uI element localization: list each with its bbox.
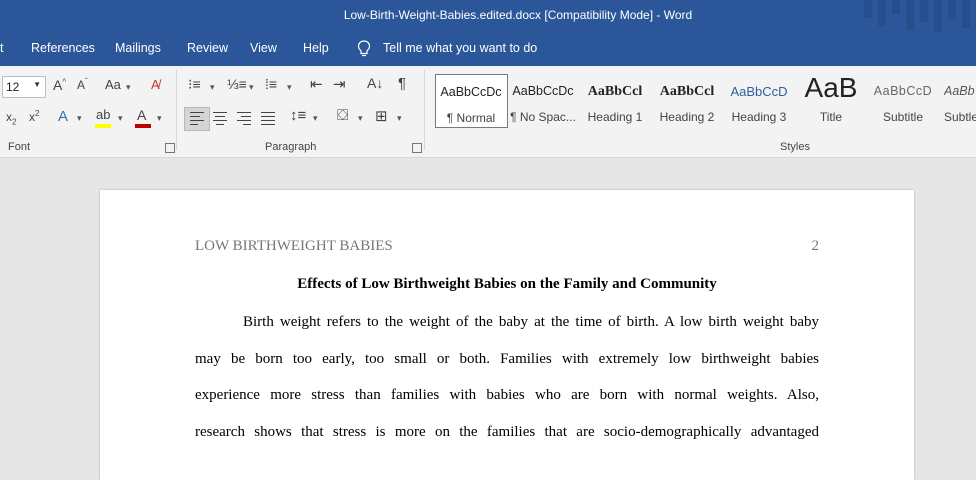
- menu-tab-help[interactable]: Help: [303, 41, 329, 55]
- menu-tab-mailings[interactable]: Mailings: [115, 41, 161, 55]
- subscript-icon[interactable]: x2: [6, 110, 16, 126]
- chevron-down-icon: ▼: [33, 80, 41, 89]
- font-dialog-launcher-icon[interactable]: [165, 143, 175, 153]
- group-separator: [176, 70, 177, 150]
- change-case-icon[interactable]: Aa: [105, 77, 121, 92]
- increase-indent-icon[interactable]: ⇥: [333, 75, 346, 93]
- style-preview: AaBbCcDc: [512, 84, 574, 98]
- highlight-icon[interactable]: ab: [96, 107, 110, 122]
- menu-tab-partial[interactable]: t: [0, 41, 3, 55]
- style-normal[interactable]: AaBbCcDc ¶ Normal: [435, 74, 508, 128]
- title-bar-decoration: [856, 0, 976, 32]
- chevron-down-icon[interactable]: ▾: [358, 113, 363, 124]
- font-size-value: 12: [6, 80, 20, 94]
- style-label: ¶ No Spac...: [510, 110, 576, 124]
- multilevel-list-icon[interactable]: ⁞≡: [265, 76, 277, 92]
- chevron-down-icon[interactable]: ▾: [313, 113, 318, 124]
- body-text-line: experience more stress than families wit…: [195, 387, 819, 403]
- paragraph-group-label: Paragraph: [265, 141, 317, 153]
- chevron-down-icon[interactable]: ▾: [77, 113, 82, 124]
- style-heading-1[interactable]: AaBbCcl Heading 1: [580, 74, 650, 126]
- borders-icon[interactable]: ⊞: [375, 107, 388, 125]
- style-subtitle[interactable]: AaBbCcD Subtitle: [868, 74, 938, 126]
- numbering-icon[interactable]: ⅓≡: [227, 76, 247, 92]
- document-page[interactable]: LOW BIRTHWEIGHT BABIES 2 Effects of Low …: [100, 190, 914, 480]
- style-label: Subtle: [944, 110, 976, 124]
- align-center-icon[interactable]: [213, 112, 227, 128]
- lightbulb-icon[interactable]: [357, 40, 371, 58]
- document-heading: Effects of Low Birthweight Babies on the…: [297, 276, 717, 292]
- highlight-color-swatch: [95, 124, 111, 128]
- style-subtle-emphasis[interactable]: AaBb Subtle: [940, 74, 976, 126]
- running-head: LOW BIRTHWEIGHT BABIES: [195, 238, 393, 254]
- clear-formatting-icon[interactable]: A̸: [151, 77, 160, 92]
- body-text-line: Birth weight refers to the weight of the…: [243, 314, 819, 330]
- menu-tab-view[interactable]: View: [250, 41, 277, 55]
- text-effects-icon[interactable]: A: [58, 108, 68, 125]
- font-size-select[interactable]: 12 ▼: [2, 76, 46, 98]
- paragraph-dialog-launcher-icon[interactable]: [412, 143, 422, 153]
- show-formatting-marks-icon[interactable]: ¶: [398, 75, 406, 92]
- style-preview: AaB: [804, 72, 858, 103]
- menu-tab-review[interactable]: Review: [187, 41, 228, 55]
- style-heading-2[interactable]: AaBbCcl Heading 2: [652, 74, 722, 126]
- sort-icon[interactable]: A↓: [367, 75, 383, 91]
- shrink-font-icon[interactable]: Aˇ: [77, 77, 88, 92]
- font-color-swatch: [135, 124, 151, 128]
- style-preview: AaBbCcl: [587, 84, 643, 99]
- window-title: Low-Birth-Weight-Babies.edited.docx [Com…: [343, 8, 693, 22]
- group-separator: [424, 70, 425, 150]
- tell-me-search[interactable]: Tell me what you want to do: [383, 41, 537, 55]
- style-preview: AaBbCcD: [730, 84, 788, 99]
- style-label: Heading 3: [731, 110, 787, 124]
- body-text-line: may be born too early, too small or both…: [195, 351, 819, 367]
- font-group-label: Font: [8, 141, 31, 153]
- style-heading-3[interactable]: AaBbCcD Heading 3: [724, 74, 794, 126]
- style-preview: AaBbCcDc: [440, 85, 502, 99]
- justify-icon[interactable]: [261, 112, 275, 128]
- title-bar: Low-Birth-Weight-Babies.edited.docx [Com…: [0, 0, 976, 32]
- style-preview: AaBb: [944, 84, 975, 98]
- grow-font-icon[interactable]: A^: [53, 77, 66, 93]
- shading-icon[interactable]: ⛋: [337, 107, 348, 124]
- align-left-icon: [190, 112, 204, 128]
- chevron-down-icon[interactable]: ▾: [210, 82, 215, 93]
- style-label: Heading 2: [659, 110, 715, 124]
- font-color-icon[interactable]: A: [137, 107, 146, 123]
- style-label: Title: [819, 110, 843, 124]
- chevron-down-icon[interactable]: ▾: [126, 82, 131, 93]
- style-no-spacing[interactable]: AaBbCcDc ¶ No Spac...: [508, 74, 578, 126]
- decrease-indent-icon[interactable]: ⇤: [310, 75, 323, 93]
- style-preview: AaBbCcD: [873, 84, 933, 98]
- chevron-down-icon[interactable]: ▾: [287, 82, 292, 93]
- style-label: Heading 1: [587, 110, 643, 124]
- body-text-line: research shows that stress is more on th…: [195, 424, 819, 440]
- chevron-down-icon[interactable]: ▾: [157, 113, 162, 124]
- styles-group-label: Styles: [780, 141, 810, 153]
- page-number: 2: [811, 238, 820, 254]
- superscript-icon[interactable]: x2: [29, 109, 39, 124]
- style-preview: AaBbCcl: [659, 84, 715, 99]
- style-label: Subtitle: [882, 110, 924, 124]
- align-right-icon[interactable]: [237, 112, 251, 128]
- line-spacing-icon[interactable]: ↕≡: [290, 107, 306, 124]
- chevron-down-icon[interactable]: ▾: [397, 113, 402, 124]
- menu-bar: t References Mailings Review View Help T…: [0, 32, 976, 66]
- style-label: ¶ Normal: [446, 111, 496, 125]
- style-title[interactable]: AaB Title: [796, 72, 866, 126]
- chevron-down-icon[interactable]: ▾: [249, 82, 254, 93]
- chevron-down-icon[interactable]: ▾: [118, 113, 123, 124]
- menu-tab-references[interactable]: References: [31, 41, 95, 55]
- bullets-icon[interactable]: ⁝≡: [188, 76, 201, 93]
- ribbon: 12 ▼ A^ Aˇ Aa ▾ A̸ x2 x2 A ▾ ab ▾ A ▾ Fo…: [0, 66, 976, 158]
